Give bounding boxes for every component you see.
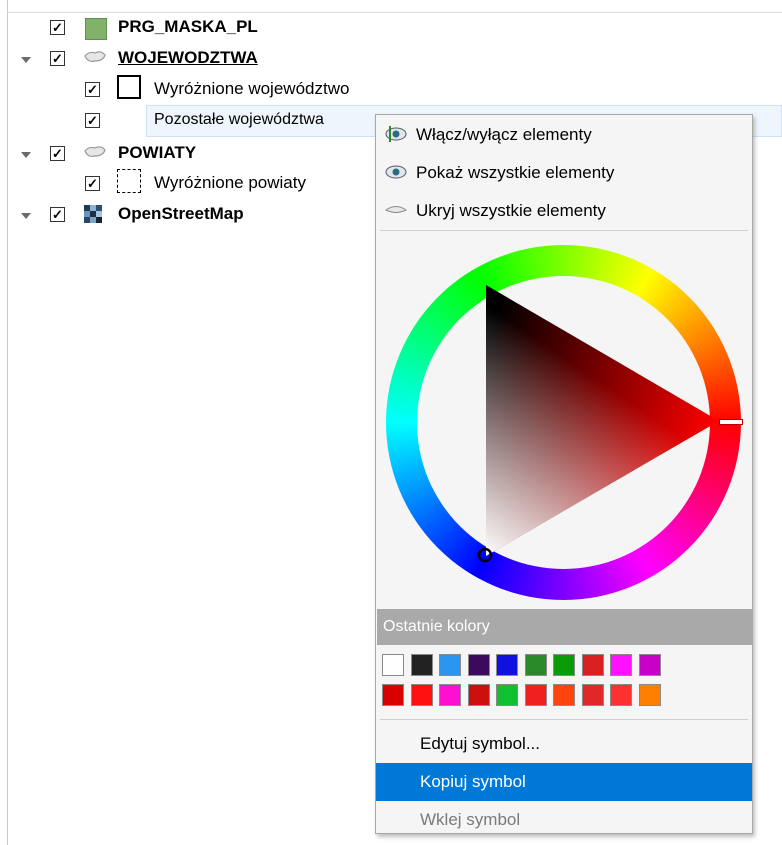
panel-top-border — [7, 12, 782, 13]
layer-checkbox-wojewodztwa[interactable]: ✓ — [50, 51, 65, 66]
recent-color-swatch[interactable] — [610, 684, 632, 706]
menu-item-toggle-elements[interactable]: Włącz/wyłącz elementy — [376, 116, 752, 154]
color-wheel-picker[interactable] — [386, 245, 742, 600]
layer-symbol-fill — [85, 18, 107, 40]
menu-item-show-all[interactable]: Pokaż wszystkie elementy — [376, 154, 752, 192]
menu-separator — [380, 719, 748, 720]
closed-eye-icon — [385, 206, 407, 213]
recent-color-swatch[interactable] — [638, 684, 661, 706]
layer-label-powiaty[interactable]: POWIATY — [118, 143, 196, 163]
layer-label-wojewodztwa[interactable]: WOJEWODZTWA — [118, 48, 258, 68]
recent-color-swatch[interactable] — [467, 684, 490, 706]
polygon-group-icon — [84, 146, 106, 158]
expand-arrow-icon[interactable] — [21, 152, 31, 158]
layer-label-wyroznione-powiaty[interactable]: Wyróżnione powiaty — [154, 173, 306, 193]
recent-colors-header: Ostatnie kolory — [377, 609, 753, 645]
layer-symbol-dashed-outline — [117, 169, 141, 193]
expand-arrow-icon[interactable] — [21, 57, 31, 63]
expand-arrow-icon[interactable] — [21, 213, 31, 219]
eye-icon — [385, 165, 407, 179]
layer-symbol-outline — [117, 75, 141, 99]
recent-color-swatch[interactable] — [439, 684, 461, 706]
recent-color-swatch[interactable] — [610, 654, 632, 676]
layer-checkbox-wyroznione-powiaty[interactable]: ✓ — [85, 176, 100, 191]
recent-color-swatch[interactable] — [581, 654, 604, 676]
recent-color-swatch[interactable] — [410, 654, 433, 676]
raster-layer-icon — [84, 205, 102, 223]
recent-color-swatch[interactable] — [638, 654, 661, 676]
layer-label-prg-maska[interactable]: PRG_MASKA_PL — [118, 17, 258, 37]
recent-color-swatch[interactable] — [439, 654, 461, 676]
layer-label-openstreetmap[interactable]: OpenStreetMap — [118, 204, 244, 224]
recent-color-swatch[interactable] — [553, 684, 575, 706]
recent-color-swatch[interactable] — [382, 684, 404, 706]
menu-item-hide-all[interactable]: Ukryj wszystkie elementy — [376, 192, 752, 230]
recent-color-swatch[interactable] — [382, 654, 404, 676]
panel-left-border — [7, 0, 8, 845]
layer-checkbox-wyroznione-wojewodztwo[interactable]: ✓ — [85, 82, 100, 97]
recent-color-swatch[interactable] — [553, 654, 575, 676]
layer-checkbox-pozostale-wojewodztwa[interactable]: ✓ — [85, 113, 100, 128]
toggle-eye-icon — [385, 126, 407, 142]
saturation-value-triangle[interactable] — [386, 245, 741, 600]
recent-color-swatch[interactable] — [496, 684, 518, 706]
recent-color-swatch[interactable] — [410, 684, 433, 706]
layer-context-menu: Włącz/wyłącz elementy Pokaż wszystkie el… — [375, 114, 753, 834]
layer-label-pozostale-wojewodztwa[interactable]: Pozostałe województwa — [154, 111, 324, 129]
recent-color-swatch[interactable] — [496, 654, 518, 676]
recent-color-swatch[interactable] — [467, 654, 490, 676]
polygon-group-icon — [84, 51, 106, 63]
recent-color-swatch[interactable] — [581, 684, 604, 706]
color-cursor[interactable] — [477, 547, 493, 563]
menu-separator — [380, 230, 748, 231]
layer-label-wyroznione-wojewodztwo[interactable]: Wyróżnione województwo — [154, 79, 349, 99]
recent-color-swatch[interactable] — [524, 654, 547, 676]
recent-color-swatch[interactable] — [524, 684, 547, 706]
menu-item-copy-symbol[interactable]: Kopiuj symbol — [376, 763, 752, 801]
layer-checkbox-openstreetmap[interactable]: ✓ — [50, 207, 65, 222]
menu-item-edit-symbol[interactable]: Edytuj symbol... — [376, 725, 752, 763]
menu-item-paste-symbol[interactable]: Wklej symbol — [376, 801, 752, 839]
layer-checkbox-powiaty[interactable]: ✓ — [50, 146, 65, 161]
layer-checkbox-prg-maska[interactable]: ✓ — [50, 20, 65, 35]
